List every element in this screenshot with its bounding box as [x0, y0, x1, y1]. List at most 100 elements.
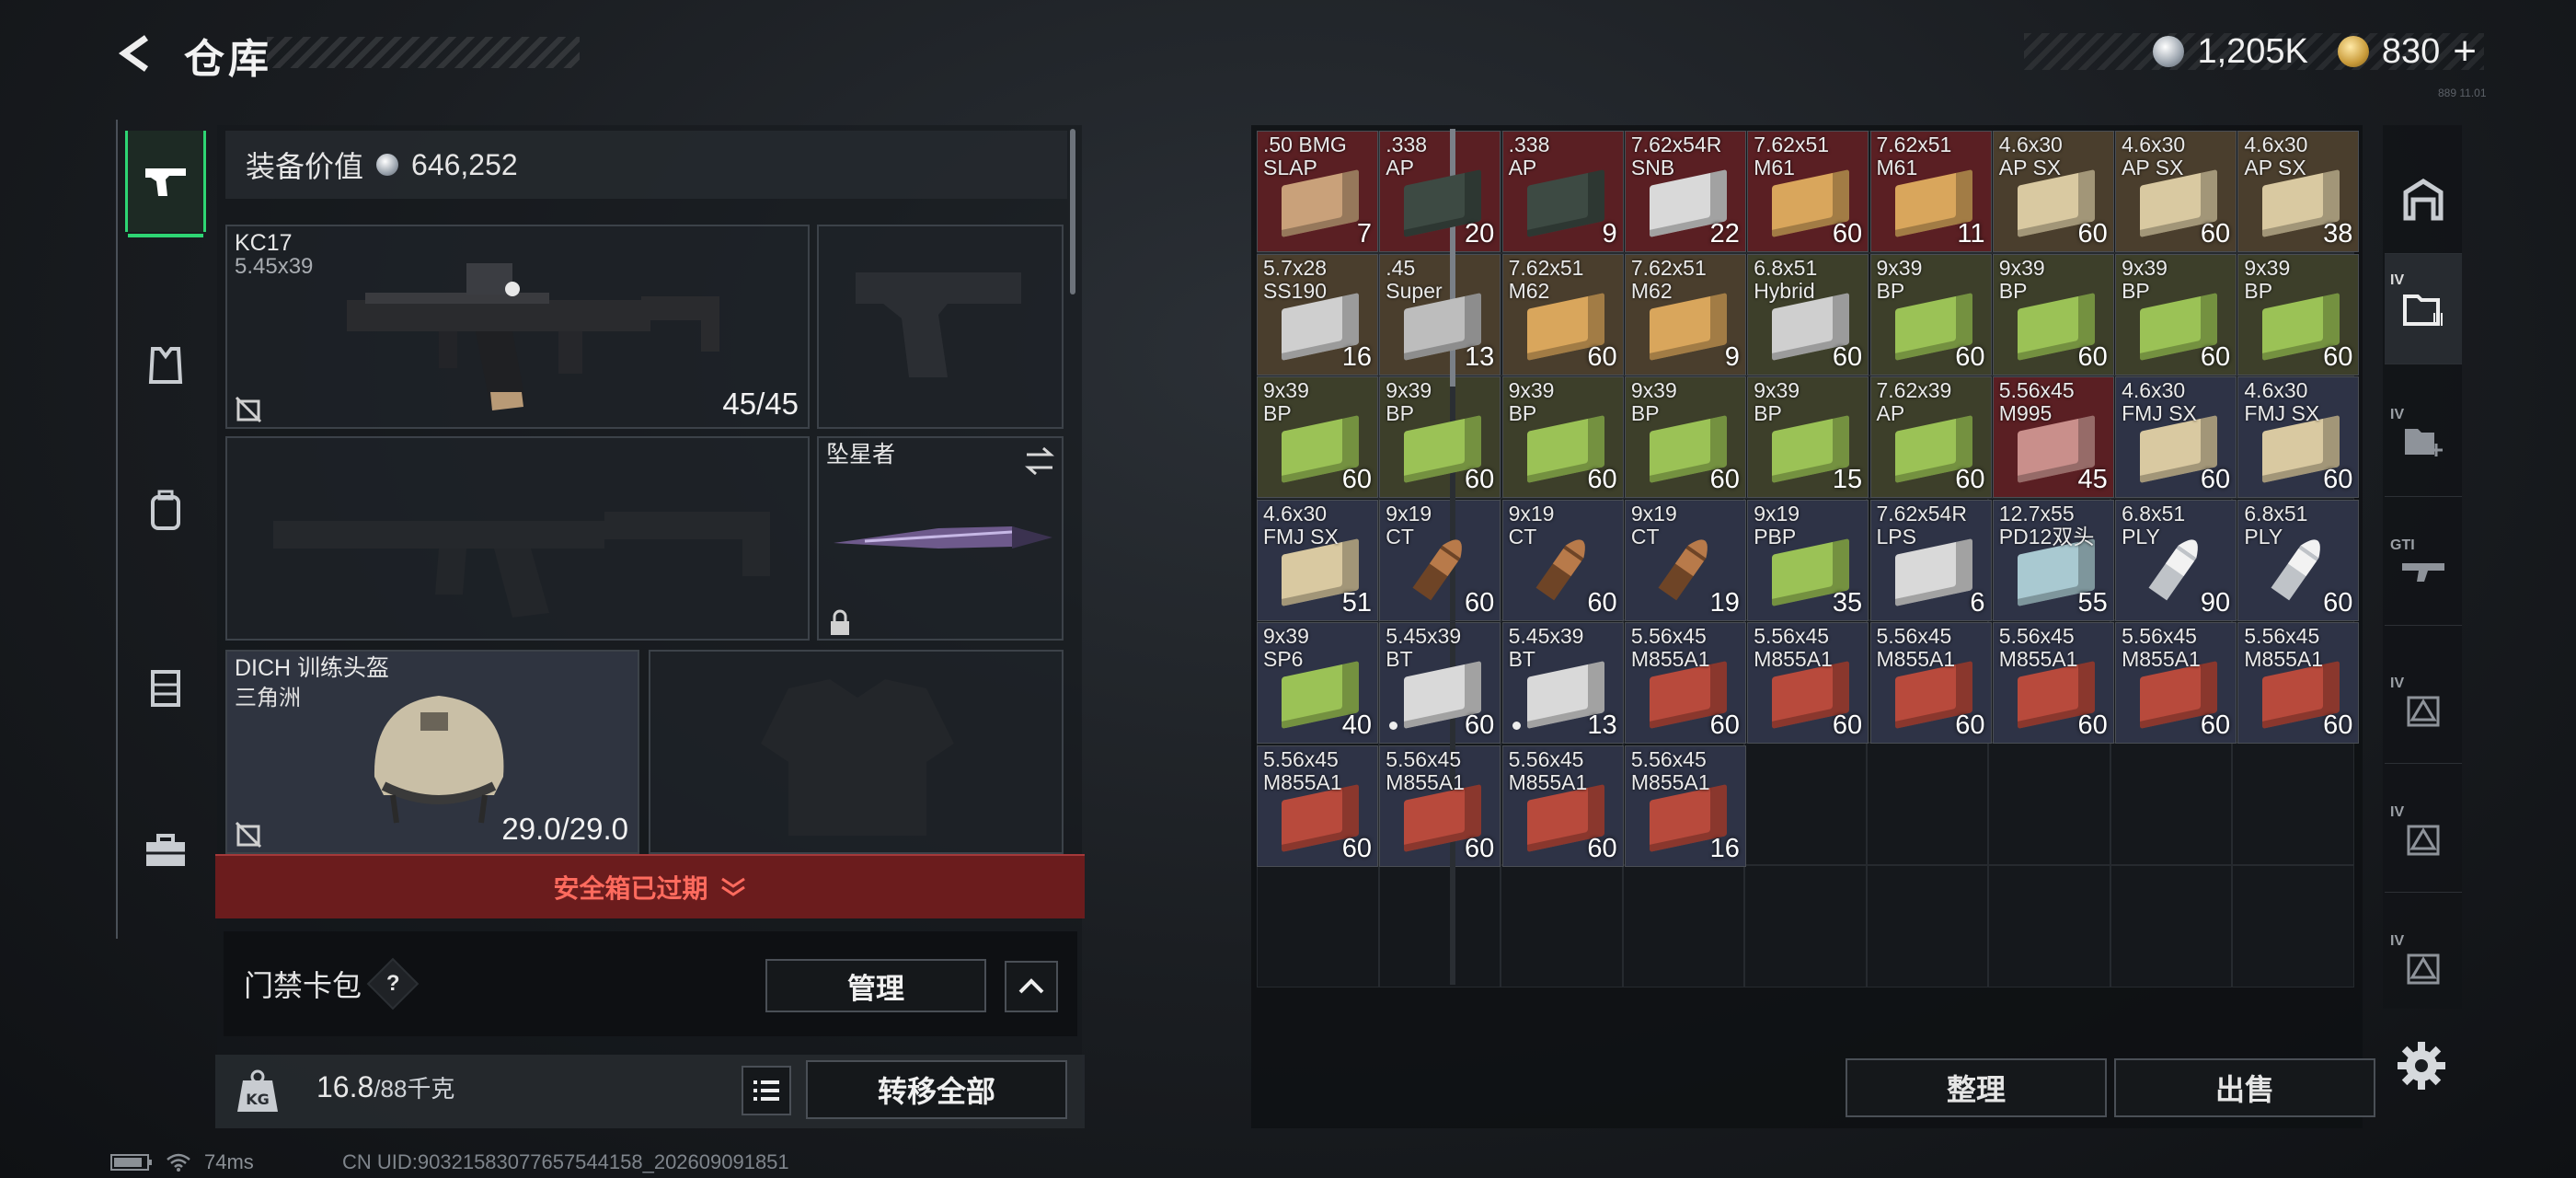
- transfer-all-button[interactable]: 转移全部: [806, 1060, 1067, 1119]
- stash-cell[interactable]: [1622, 865, 1744, 987]
- stash-cell[interactable]: [1988, 865, 2110, 987]
- manage-button[interactable]: 管理: [765, 959, 986, 1012]
- ammo-quantity: 60: [2323, 710, 2353, 740]
- sort-button[interactable]: 整理: [1846, 1058, 2107, 1117]
- stash-item-ammo[interactable]: 9x39 BP 60: [1379, 376, 1501, 498]
- collapse-button[interactable]: [1005, 961, 1058, 1012]
- stash-item-ammo[interactable]: 9x39 BP 60: [1501, 376, 1624, 498]
- triangle-box-icon: [2407, 825, 2440, 855]
- ammo-type-label: 7.62x51 M61: [1876, 133, 1952, 179]
- stash-item-ammo[interactable]: 9x19 CT 60: [1379, 499, 1501, 621]
- stash-item-ammo[interactable]: 9x19 PBP 35: [1747, 499, 1869, 621]
- armor-slot[interactable]: [649, 650, 1064, 854]
- helmet-slot[interactable]: DICH 训练头盔 三角洲 29.0/29.0: [225, 650, 639, 854]
- stash-cell[interactable]: [1501, 865, 1623, 987]
- pistol-slot[interactable]: [817, 225, 1064, 429]
- stash-item-ammo[interactable]: 9x39 BP 60: [2237, 253, 2360, 375]
- stash-item-ammo[interactable]: 6.8x51 PLY 60: [2237, 499, 2360, 621]
- ammo-quantity: 60: [2077, 219, 2108, 248]
- stash-item-ammo[interactable]: 4.6x30 AP SX 60: [2115, 131, 2237, 252]
- stash-item-ammo[interactable]: .338 AP 9: [1501, 131, 1624, 252]
- weight-max: /88千克: [374, 1075, 455, 1103]
- swap-icon[interactable]: [1023, 445, 1056, 477]
- stash-cell[interactable]: [1866, 865, 1988, 987]
- sell-button[interactable]: 出售: [2114, 1058, 2375, 1117]
- stash-item-ammo[interactable]: 7.62x51 M62 60: [1501, 253, 1624, 375]
- stash-item-ammo[interactable]: 5.56x45 M855A1 60: [1869, 622, 1992, 744]
- stash-item-ammo[interactable]: 9x39 BP 60: [2115, 253, 2237, 375]
- stash-item-ammo[interactable]: 5.56x45 M855A1 60: [1992, 622, 2114, 744]
- stash-item-ammo[interactable]: 4.6x30 FMJ SX 60: [2115, 376, 2237, 498]
- stash-item-ammo[interactable]: 6.8x51 Hybrid 60: [1747, 253, 1869, 375]
- stash-item-ammo[interactable]: 4.6x30 FMJ SX 51: [1257, 499, 1378, 621]
- stash-item-ammo[interactable]: 7.62x54R LPS 6: [1869, 499, 1992, 621]
- ammo-type-label: 9x19 CT: [1508, 501, 1555, 549]
- stash-item-ammo[interactable]: 7.62x39 AP 60: [1869, 376, 1992, 498]
- filter-all[interactable]: [2385, 144, 2462, 254]
- stash-item-ammo[interactable]: 12.7x55 PD12双头 55: [1992, 499, 2114, 621]
- stash-item-ammo[interactable]: 9x39 SP6 40: [1257, 622, 1378, 744]
- stash-item-ammo[interactable]: 7.62x51 M61 11: [1869, 131, 1992, 252]
- knife-image: [834, 526, 1052, 549]
- ammo-type-label: 12.7x55 PD12双头: [1998, 501, 2095, 549]
- stash-item-ammo[interactable]: 5.7x28 SS190 16: [1257, 253, 1378, 375]
- settings-gear-icon[interactable]: [2394, 1038, 2449, 1093]
- filter-tab-5[interactable]: IV: [2385, 782, 2462, 893]
- melee-slot[interactable]: 坠星者: [817, 436, 1064, 641]
- stash-item-ammo[interactable]: 5.56x45 M855A1 60: [2237, 622, 2360, 744]
- filter-tab-4[interactable]: IV: [2385, 653, 2462, 764]
- stash-items: .50 BMG SLAP 7.338 AP 20.338 AP 9 7.62x54R S…: [1257, 131, 2361, 867]
- stash-item-ammo[interactable]: 5.56x45 M855A1 60: [1257, 745, 1378, 867]
- stash-cell[interactable]: [1378, 865, 1501, 987]
- list-view-button[interactable]: [742, 1066, 791, 1115]
- filter-tab-6[interactable]: IV: [2385, 911, 2462, 1022]
- stash-item-ammo[interactable]: 9x39 BP 60: [1624, 376, 1746, 498]
- stash-item-ammo[interactable]: 9x39 BP 60: [1992, 253, 2114, 375]
- stash-item-ammo[interactable]: .50 BMG SLAP 7: [1257, 131, 1378, 252]
- stash-item-ammo[interactable]: 9x39 BP 60: [1257, 376, 1378, 498]
- stash-item-ammo[interactable]: 7.62x54R SNB 22: [1624, 131, 1746, 252]
- secondary-weapon-slot[interactable]: [225, 436, 810, 641]
- stash-item-ammo[interactable]: 4.6x30 AP SX 60: [1992, 131, 2114, 252]
- stash-item-ammo[interactable]: 9x19 CT 19: [1624, 499, 1746, 621]
- stash-item-ammo[interactable]: 9x39 BP 60: [1869, 253, 1992, 375]
- ammo-type-label: 9x39 BP: [1386, 378, 1432, 425]
- nav-case[interactable]: [125, 801, 206, 902]
- stash-cell[interactable]: [1257, 865, 1379, 987]
- stash-item-ammo[interactable]: 5.56x45 M855A1 16: [1624, 745, 1746, 867]
- nav-armor[interactable]: [125, 315, 206, 416]
- filter-tab-3[interactable]: GTI: [2385, 515, 2462, 626]
- back-button[interactable]: [109, 28, 164, 79]
- stash-item-ammo[interactable]: 6.8x51 PLY 90: [2115, 499, 2237, 621]
- nav-backpack[interactable]: [125, 460, 206, 561]
- stash-item-ammo[interactable]: 5.56x45 M855A1 60: [1747, 622, 1869, 744]
- nav-rig[interactable]: [125, 637, 206, 738]
- stash-item-ammo[interactable]: 5.56x45 M855A1 60: [1624, 622, 1746, 744]
- stash-item-ammo[interactable]: 5.56x45 M855A1 60: [2115, 622, 2237, 744]
- stash-cell[interactable]: [2232, 865, 2354, 987]
- loadout-scrollbar[interactable]: [1070, 129, 1075, 294]
- stash-item-ammo[interactable]: 9x39 BP 15: [1747, 376, 1869, 498]
- stash-cell[interactable]: [2110, 865, 2232, 987]
- add-currency-button[interactable]: +: [2453, 29, 2477, 75]
- stash-item-ammo[interactable]: 5.56x45 M995 45: [1992, 376, 2114, 498]
- primary-weapon-slot[interactable]: KC17 5.45x39 45/45: [225, 225, 810, 429]
- nav-weapons[interactable]: [125, 131, 206, 237]
- stash-cell[interactable]: [1744, 865, 1867, 987]
- stash-item-ammo[interactable]: .338 AP 20: [1379, 131, 1501, 252]
- help-button[interactable]: ?: [366, 957, 420, 1011]
- safebox-expired-banner[interactable]: 安全箱已过期: [215, 854, 1085, 918]
- stash-item-ammo[interactable]: 7.62x51 M61 60: [1747, 131, 1869, 252]
- filter-tab-1[interactable]: IV: [2385, 254, 2462, 364]
- stash-item-ammo[interactable]: 5.56x45 M855A1 60: [1501, 745, 1624, 867]
- stash-item-ammo[interactable]: 4.6x30 AP SX 38: [2237, 131, 2360, 252]
- stash-item-ammo[interactable]: 5.45x39 BT 60: [1379, 622, 1501, 744]
- stash-item-ammo[interactable]: 4.6x30 FMJ SX 60: [2237, 376, 2360, 498]
- stash-item-ammo[interactable]: 9x19 CT 60: [1501, 499, 1624, 621]
- stash-item-ammo[interactable]: .45 Super 13: [1379, 253, 1501, 375]
- filter-tab-2[interactable]: IV: [2385, 387, 2462, 497]
- stash-item-ammo[interactable]: 5.56x45 M855A1 60: [1379, 745, 1501, 867]
- stash-item-ammo[interactable]: 5.45x39 BT 13: [1501, 622, 1624, 744]
- warehouse-icon: [2403, 178, 2444, 220]
- stash-item-ammo[interactable]: 7.62x51 M62 9: [1624, 253, 1746, 375]
